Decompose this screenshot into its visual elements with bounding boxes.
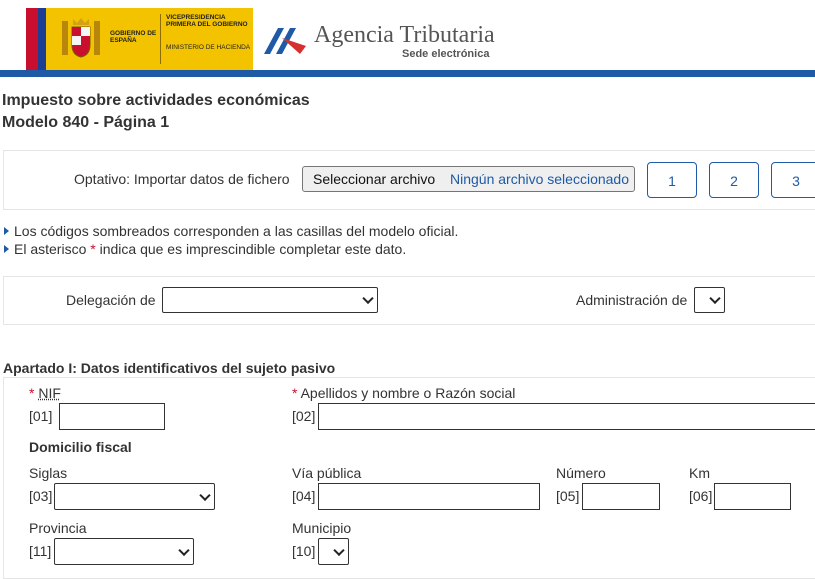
chevron-down-icon — [333, 544, 345, 556]
chevron-down-icon — [199, 489, 211, 501]
provincia-select[interactable] — [54, 538, 194, 565]
flag-red-band — [26, 8, 38, 70]
delegacion-label: Delegación de — [66, 292, 156, 308]
numero-code: [05] — [556, 488, 580, 504]
nif-label-text: NIF — [38, 385, 61, 401]
file-status: Ningún archivo seleccionado — [450, 171, 629, 187]
domicilio-heading: Domicilio fiscal — [29, 439, 132, 455]
required-asterisk: * — [90, 241, 96, 257]
km-label: Km — [689, 465, 710, 481]
eu-blue-band — [38, 8, 46, 70]
via-code: [04] — [292, 488, 316, 504]
note-asterisk-after: indica que es imprescindible completar e… — [99, 241, 407, 257]
nombre-label: * Apellidos y nombre o Razón social — [292, 385, 515, 401]
nif-label: * NIF — [29, 385, 61, 401]
numero-input[interactable] — [582, 483, 660, 510]
chevron-down-icon — [362, 292, 374, 305]
ministerio-label: MINISTERIO DE HACIENDA — [166, 44, 251, 51]
municipio-label: Municipio — [292, 520, 352, 536]
page-title-line2: Modelo 840 - Página 1 — [2, 114, 170, 131]
delegacion-select[interactable] — [162, 287, 378, 313]
page-title-line1: Impuesto sobre actividades económicas — [2, 92, 310, 109]
required-asterisk: * — [29, 385, 35, 401]
note-codes: Los códigos sombreados corresponden a la… — [4, 223, 458, 239]
municipio-code: [10] — [292, 543, 316, 559]
chevron-down-icon — [178, 544, 190, 556]
page-3-button[interactable]: 3 — [771, 162, 815, 198]
header-banner: GOBIERNO DE ESPAÑA VICEPRESIDENCIA PRIME… — [0, 0, 815, 77]
chevron-down-icon — [709, 292, 721, 305]
provincia-code: [11] — [29, 543, 52, 559]
siglas-label: Siglas — [29, 465, 68, 481]
agency-name: Agencia Tributaria — [314, 22, 495, 48]
nif-code: [01] — [29, 408, 53, 424]
siglas-select[interactable] — [54, 483, 215, 510]
page-1-button[interactable]: 1 — [647, 162, 697, 198]
note-codes-text: Los códigos sombreados corresponden a la… — [14, 223, 459, 239]
header-stripe — [0, 70, 815, 77]
select-file-button-label: Seleccionar archivo — [313, 171, 436, 187]
bullet-triangle-icon — [4, 227, 9, 235]
via-label: Vía pública — [292, 465, 362, 481]
siglas-code: [03] — [29, 488, 53, 504]
coat-of-arms-icon — [62, 18, 100, 58]
logo-divider — [160, 14, 161, 64]
vicepresidencia-label: VICEPRESIDENCIA PRIMERA DEL GOBIERNO — [166, 14, 248, 28]
gobierno-label: GOBIERNO DE ESPAÑA — [110, 30, 157, 44]
numero-label: Número — [556, 465, 606, 481]
nombre-input[interactable] — [318, 403, 815, 430]
import-label: Optativo: Importar datos de fichero — [74, 171, 290, 187]
note-asterisk: El asterisco * indica que es imprescindi… — [4, 241, 406, 257]
section-title: Apartado I: Datos identificativos del su… — [3, 360, 336, 376]
nombre-code: [02] — [292, 408, 316, 424]
municipio-select[interactable] — [318, 538, 349, 565]
km-code: [06] — [689, 488, 713, 504]
page-title: Impuesto sobre actividades económicas Mo… — [2, 90, 310, 134]
agencia-tributaria-logo-icon — [264, 28, 306, 54]
administracion-select[interactable] — [694, 287, 725, 313]
provincia-label: Provincia — [29, 520, 87, 536]
via-input[interactable] — [318, 483, 540, 510]
bullet-triangle-icon — [4, 245, 9, 253]
note-asterisk-before: El asterisco — [14, 241, 87, 257]
agency-subtitle: Sede electrónica — [402, 48, 490, 60]
km-input[interactable] — [714, 483, 791, 510]
page-2-button[interactable]: 2 — [709, 162, 759, 198]
nombre-label-text: Apellidos y nombre o Razón social — [300, 385, 516, 401]
nif-input[interactable] — [59, 403, 165, 430]
administracion-label: Administración de — [576, 292, 688, 308]
required-asterisk: * — [292, 385, 298, 401]
